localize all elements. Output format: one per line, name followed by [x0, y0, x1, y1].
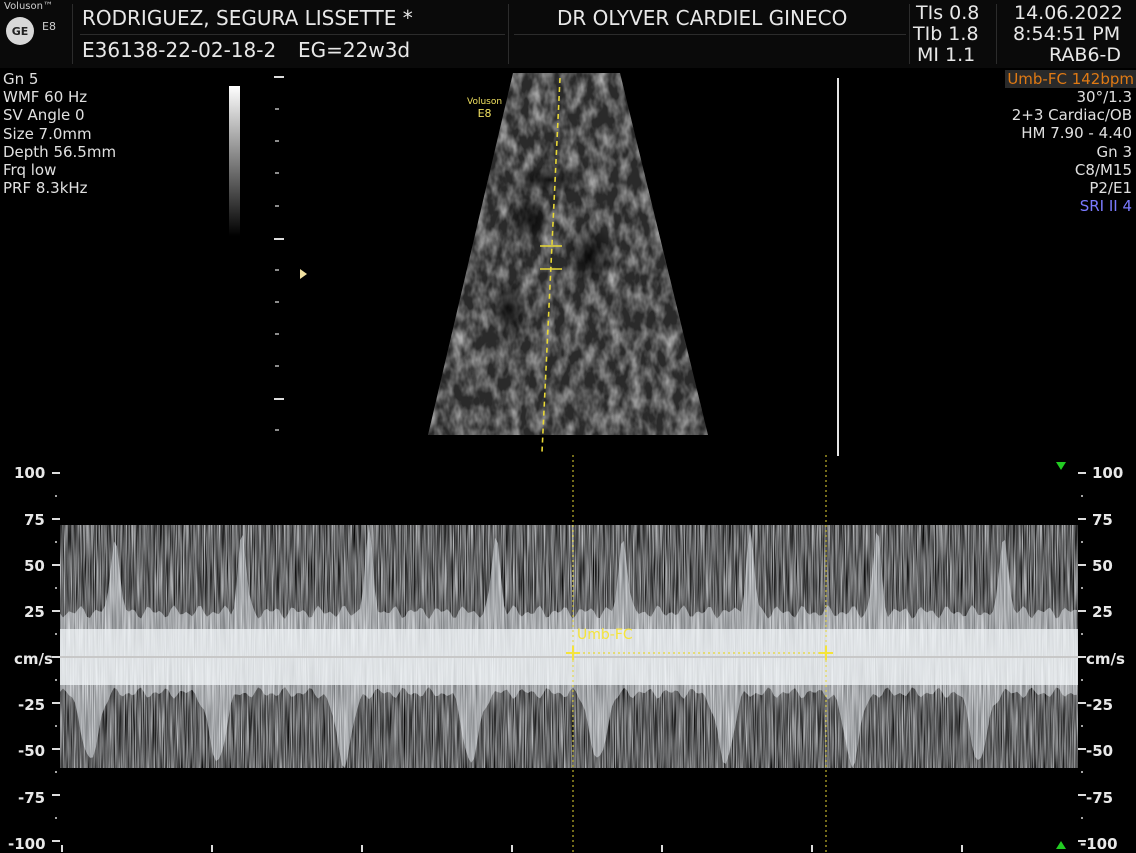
header-divider: [80, 34, 505, 35]
brand-label: Voluson™: [4, 1, 53, 12]
left-tick-neg50: -50: [18, 742, 46, 760]
header-divider: [72, 4, 73, 64]
left-tick-25: 25: [24, 603, 45, 621]
grayscale-bar: [229, 86, 240, 236]
watermark-line2: E8: [477, 107, 492, 120]
patient-name: RODRIGUEZ, SEGURA LISSETTE *: [82, 6, 413, 30]
probe-name: RAB6-D: [1049, 44, 1122, 66]
right-unit: cm/s: [1086, 650, 1125, 668]
param-gain: Gn 5: [3, 70, 39, 88]
measurement-label: Umb-FC: [577, 627, 633, 643]
left-tick-neg25: -25: [18, 696, 46, 714]
param-prf: PRF 8.3kHz: [3, 179, 88, 198]
mi-index: MI 1.1: [917, 44, 976, 66]
param-persistence: P2/E1: [1089, 179, 1132, 198]
right-parameter-panel: 30°/1.3 2+3 Cardiac/OB HM 7.90 - 4.40 Gn…: [1012, 88, 1132, 215]
param-sri: SRI II 4: [1079, 197, 1132, 216]
right-tick-25: 25: [1092, 603, 1113, 621]
param-preset: 2+3 Cardiac/OB: [1011, 106, 1132, 125]
image-watermark-logo: Voluson E8: [467, 96, 502, 120]
left-parameter-panel: Gn 5 WMF 60 Hz SV Angle 0 Size 7.0mm Dep…: [3, 70, 116, 197]
timeline-cursor-line[interactable]: [837, 78, 839, 456]
patient-id: E36138-22-02-18-2: [82, 38, 277, 62]
right-tick-100: 100: [1092, 464, 1124, 482]
param-frequency: Frq low: [3, 161, 57, 180]
param-2d-gain: Gn 3: [1096, 142, 1132, 161]
tis-index: TIs 0.8: [916, 2, 980, 24]
right-tick-neg25: -25: [1086, 696, 1114, 714]
exam-date: 14.06.2022: [1014, 2, 1123, 24]
gestational-age: EG=22w3d: [298, 38, 411, 62]
depth-scale: [274, 76, 284, 431]
param-depth: Depth 56.5mm: [3, 142, 117, 161]
right-tick-neg100: -100: [1080, 835, 1118, 853]
right-tick-50: 50: [1092, 557, 1113, 575]
physician-name: DR OLYVER CARDIEL GINECO: [557, 6, 848, 30]
param-size: Size 7.0mm: [3, 124, 92, 143]
left-tick-neg75: -75: [18, 789, 46, 807]
left-unit: cm/s: [14, 650, 53, 668]
doppler-spectrum: [52, 455, 1086, 852]
param-wmf: WMF 60 Hz: [3, 88, 88, 107]
ge-logo-icon: GE: [6, 17, 34, 45]
left-tick-50: 50: [24, 557, 45, 575]
right-tick-neg75: -75: [1086, 789, 1114, 807]
left-tick-neg100: -100: [8, 835, 46, 853]
param-sv-angle: SV Angle 0: [3, 106, 85, 125]
header-divider: [996, 4, 997, 64]
left-tick-75: 75: [24, 511, 45, 529]
param-angle: 30°/1.3: [1076, 88, 1133, 106]
header-divider: [514, 34, 906, 35]
left-tick-100: 100: [14, 464, 46, 482]
header-divider: [909, 4, 910, 64]
tib-index: TIb 1.8: [913, 23, 979, 45]
right-tick-75: 75: [1092, 511, 1113, 529]
heart-rate-badge: Umb-FC 142bpm: [1005, 70, 1136, 88]
param-harmonic: HM 7.90 - 4.40: [1021, 124, 1132, 143]
right-tick-neg50: -50: [1086, 742, 1114, 760]
param-map: C8/M15: [1074, 160, 1132, 179]
model-label: E8: [42, 20, 56, 33]
bmode-sector-image: [428, 73, 708, 453]
header-divider: [508, 4, 509, 64]
logo-area: Voluson™ GE E8: [0, 0, 68, 68]
focus-marker-icon: [300, 269, 307, 279]
exam-time: 8:54:51 PM: [1013, 23, 1121, 45]
